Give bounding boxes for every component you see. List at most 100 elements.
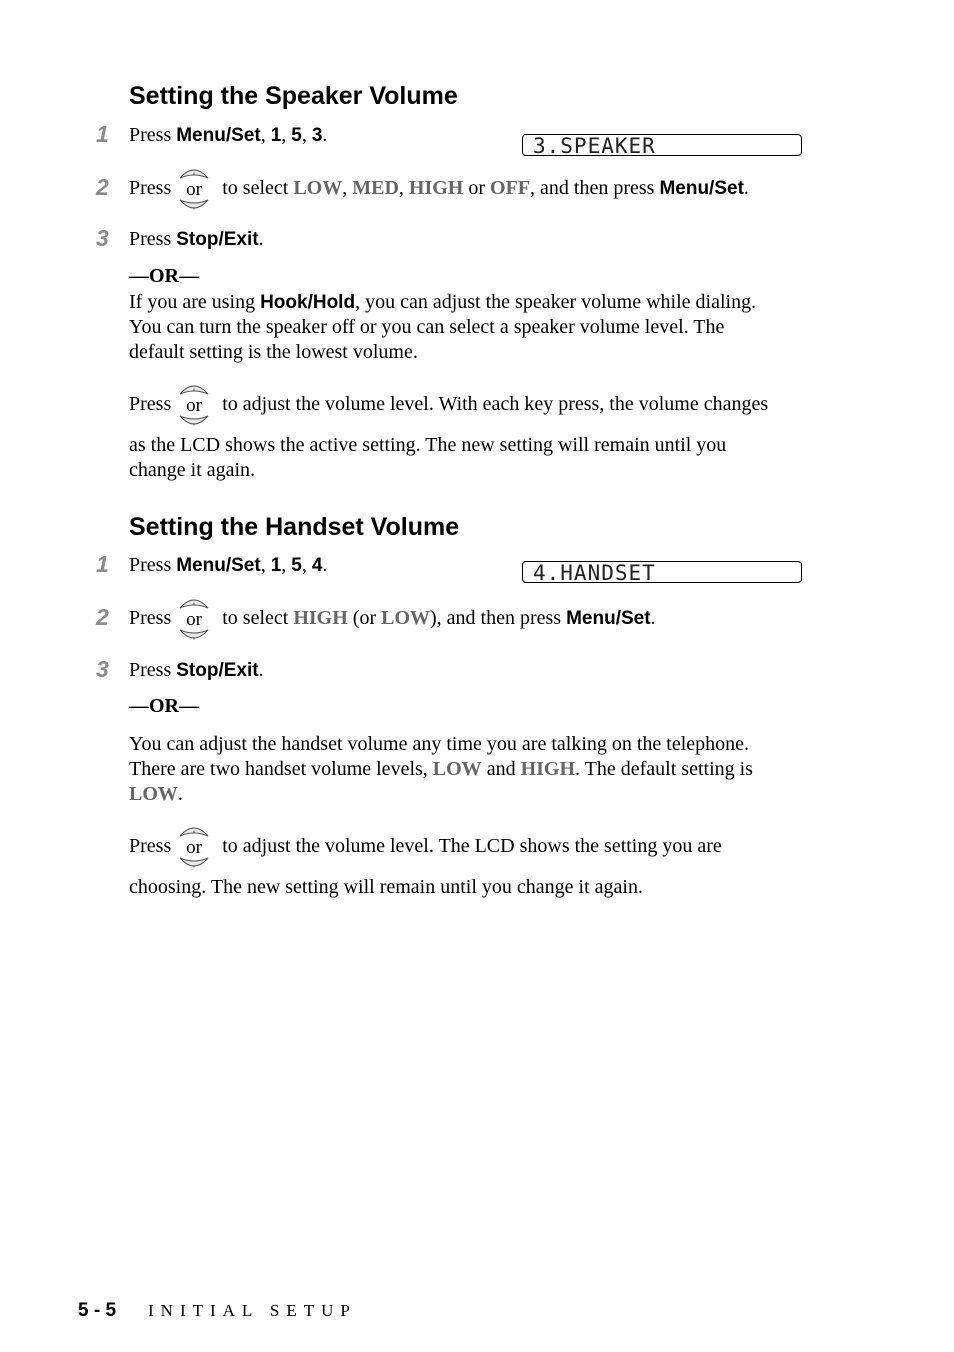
option-high: HIGH <box>408 177 464 199</box>
paragraph-line: default setting is the lowest volume. <box>129 341 418 363</box>
option-high: HIGH <box>293 607 348 629</box>
step-number: 1 <box>96 121 109 147</box>
step-3-handset: Press Stop/Exit. <box>129 658 264 683</box>
up-down-key-icon: ▲ or ▼ <box>177 169 211 212</box>
or-divider: —OR— <box>129 695 199 717</box>
step-number: 3 <box>96 656 109 682</box>
svg-text:▼: ▼ <box>192 636 197 642</box>
step-text: to select <box>217 177 294 199</box>
text: to adjust the volume level. With each ke… <box>217 393 769 415</box>
separator: , <box>301 124 312 146</box>
section-heading-speaker-volume: Setting the Speaker Volume <box>129 82 458 110</box>
key-name: Menu/Set <box>659 178 744 199</box>
step-text: Press <box>129 554 177 576</box>
text: Press <box>129 393 172 415</box>
key-digit: 5 <box>291 125 302 146</box>
text: Press <box>129 835 172 857</box>
paragraph-line: Press ▲ or ▼ to adjust the volume level.… <box>129 385 769 428</box>
paragraph-line: LOW. <box>129 782 183 807</box>
up-down-key-icon: ▲ or ▼ <box>177 827 211 870</box>
svg-text:▼: ▼ <box>192 864 197 870</box>
option-high: HIGH <box>520 758 576 780</box>
step-1-speaker: Press Menu/Set, 1, 5, 3. <box>129 123 327 148</box>
option-low: LOW <box>381 607 431 629</box>
svg-text:▲: ▲ <box>192 171 197 177</box>
paragraph-line: change it again. <box>129 459 256 481</box>
key-digit: 3 <box>311 125 323 146</box>
lcd-display-handset: 4.HANDSET <box>522 561 802 584</box>
option-low: LOW <box>129 783 178 805</box>
step-text: Press <box>129 659 177 681</box>
step-text: to select <box>217 607 294 629</box>
or-divider: —OR— <box>129 265 199 287</box>
step-number: 2 <box>96 604 109 630</box>
svg-text:▲: ▲ <box>192 387 197 393</box>
step-number: 1 <box>96 551 109 577</box>
period: . <box>743 177 749 199</box>
step-text: Press <box>129 177 172 199</box>
key-digit: 5 <box>291 555 302 576</box>
period: . <box>258 659 264 681</box>
step-3-speaker: Press Stop/Exit. <box>129 227 264 252</box>
svg-text:or: or <box>186 395 203 416</box>
up-down-key-icon: ▲ or ▼ <box>177 385 211 428</box>
paragraph-line: You can turn the speaker off or you can … <box>129 316 725 338</box>
step-text: Press <box>129 228 177 250</box>
key-name: Menu/Set <box>176 555 261 576</box>
separator: (or <box>347 607 382 629</box>
separator: , <box>281 124 292 146</box>
text: , you can adjust the speaker volume whil… <box>355 291 757 313</box>
step-2-handset: Press ▲ or ▼ to select HIGH (or LOW), an… <box>129 599 656 642</box>
separator: , <box>342 177 353 199</box>
key-name: Stop/Exit <box>176 660 259 681</box>
period: . <box>322 554 328 576</box>
svg-text:▼: ▼ <box>192 422 197 428</box>
key-digit: 1 <box>270 125 282 146</box>
svg-text:or: or <box>186 609 203 630</box>
step-2-speaker: Press ▲ or ▼ to select LOW, MED, HIGH or… <box>129 169 749 212</box>
text: There are two handset volume levels, <box>129 758 433 780</box>
key-name: Hook/Hold <box>260 292 356 313</box>
separator: , <box>281 554 292 576</box>
section-heading-handset-volume: Setting the Handset Volume <box>129 513 460 541</box>
separator: , <box>398 177 409 199</box>
key-name: Stop/Exit <box>176 229 259 250</box>
svg-text:▼: ▼ <box>192 206 197 212</box>
lcd-display-speaker: 3.SPEAKER <box>522 134 802 157</box>
svg-text:or: or <box>186 179 203 200</box>
text: If you are using <box>129 291 261 313</box>
step-text: , and then press <box>530 177 660 199</box>
page-number: 5 - 5 <box>78 1300 117 1321</box>
separator: , <box>260 554 271 576</box>
svg-text:or: or <box>186 837 203 858</box>
option-low: LOW <box>293 177 343 199</box>
option-low: LOW <box>432 758 482 780</box>
svg-text:▲: ▲ <box>192 601 197 607</box>
period: . <box>258 228 264 250</box>
text: to adjust the volume level. The LCD show… <box>217 835 722 857</box>
separator: , <box>301 554 312 576</box>
key-digit: 4 <box>311 555 323 576</box>
step-text: Press <box>129 124 177 146</box>
paragraph-line: choosing. The new setting will remain un… <box>129 876 643 898</box>
step-text: Press <box>129 607 172 629</box>
step-number: 2 <box>96 174 109 200</box>
paragraph-line: as the LCD shows the active setting. The… <box>129 434 727 456</box>
period: . <box>322 124 328 146</box>
paragraph-line: Press ▲ or ▼ to adjust the volume level.… <box>129 827 722 870</box>
step-number: 3 <box>96 225 109 251</box>
text: and <box>481 758 521 780</box>
chapter-title: INITIAL SETUP <box>148 1301 357 1320</box>
paragraph-line: You can adjust the handset volume any ti… <box>129 733 750 755</box>
step-1-handset: Press Menu/Set, 1, 5, 4. <box>129 553 327 578</box>
separator: or <box>463 177 491 199</box>
up-down-key-icon: ▲ or ▼ <box>177 599 211 642</box>
text: . The default setting is <box>575 758 753 780</box>
option-off: OFF <box>490 177 531 199</box>
period: . <box>177 783 183 805</box>
paragraph-line: There are two handset volume levels, LOW… <box>129 757 753 782</box>
key-digit: 1 <box>270 555 282 576</box>
step-text: ), and then press <box>430 607 567 629</box>
option-med: MED <box>352 177 399 199</box>
key-name: Menu/Set <box>176 125 261 146</box>
